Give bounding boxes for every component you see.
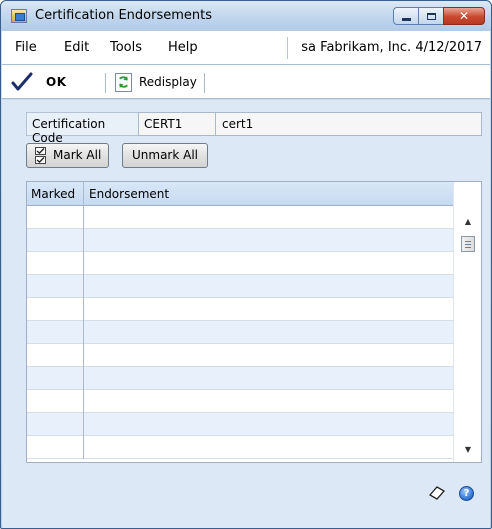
marked-cell[interactable] bbox=[27, 413, 84, 436]
mark-all-icon bbox=[35, 147, 46, 164]
certification-code-field[interactable]: CERT1 bbox=[138, 112, 216, 136]
endorsement-cell[interactable] bbox=[85, 413, 453, 436]
table-row[interactable] bbox=[27, 275, 453, 298]
marked-cell[interactable] bbox=[27, 252, 84, 275]
table-row[interactable] bbox=[27, 298, 453, 321]
table-row[interactable] bbox=[27, 390, 453, 413]
scroll-up-icon[interactable]: ▲ bbox=[454, 212, 481, 230]
marked-cell[interactable] bbox=[27, 229, 84, 252]
endorsement-cell[interactable] bbox=[85, 298, 453, 321]
close-button[interactable]: ✕ bbox=[443, 7, 485, 25]
grid-header: Marked Endorsement bbox=[27, 182, 453, 206]
title-bar[interactable]: Certification Endorsements ✕ bbox=[1, 1, 491, 31]
endorsement-cell[interactable] bbox=[85, 252, 453, 275]
endorsement-cell[interactable] bbox=[85, 321, 453, 344]
scroll-thumb[interactable] bbox=[461, 236, 475, 252]
marked-cell[interactable] bbox=[27, 206, 84, 229]
marked-cell[interactable] bbox=[27, 390, 84, 413]
menu-file[interactable]: File bbox=[15, 40, 37, 55]
help-icon[interactable]: ? bbox=[459, 486, 474, 501]
minimize-button[interactable] bbox=[393, 7, 419, 25]
endorsement-cell[interactable] bbox=[85, 390, 453, 413]
endorsement-cell[interactable] bbox=[85, 367, 453, 390]
form-content: Certification Code CERT1 cert1 Mark All … bbox=[2, 100, 490, 528]
window-title: Certification Endorsements bbox=[35, 8, 213, 23]
endorsement-cell[interactable] bbox=[85, 436, 453, 459]
menu-help[interactable]: Help bbox=[168, 40, 198, 55]
mark-all-button[interactable]: Mark All bbox=[26, 143, 109, 168]
marked-cell[interactable] bbox=[27, 344, 84, 367]
note-icon[interactable] bbox=[428, 485, 446, 501]
toolbar-separator bbox=[204, 73, 205, 93]
app-icon bbox=[11, 9, 27, 23]
table-row[interactable] bbox=[27, 321, 453, 344]
certification-endorsements-window: Certification Endorsements ✕ File Edit T… bbox=[0, 0, 492, 529]
menu-tools[interactable]: Tools bbox=[110, 40, 142, 55]
marked-cell[interactable] bbox=[27, 298, 84, 321]
certification-code-row: Certification Code CERT1 cert1 bbox=[26, 112, 482, 145]
toolbar: OK Redisplay bbox=[2, 65, 490, 99]
table-row[interactable] bbox=[27, 344, 453, 367]
endorsement-cell[interactable] bbox=[85, 275, 453, 298]
session-info: sa Fabrikam, Inc. 4/12/2017 bbox=[301, 40, 482, 55]
redisplay-icon[interactable] bbox=[115, 73, 132, 92]
user-name: sa bbox=[301, 40, 317, 55]
endorsement-cell[interactable] bbox=[85, 229, 453, 252]
window-controls: ✕ bbox=[393, 7, 485, 25]
endorsements-grid: Marked Endorsement ▲ ▼ bbox=[26, 181, 482, 463]
column-header-marked[interactable]: Marked bbox=[31, 187, 75, 201]
menu-separator bbox=[287, 37, 288, 59]
column-header-endorsement[interactable]: Endorsement bbox=[89, 187, 169, 201]
marked-cell[interactable] bbox=[27, 367, 84, 390]
marked-cell[interactable] bbox=[27, 436, 84, 459]
table-row[interactable] bbox=[27, 206, 453, 229]
grid-rows bbox=[27, 206, 453, 462]
menu-bar: File Edit Tools Help sa Fabrikam, Inc. 4… bbox=[2, 31, 490, 65]
toolbar-separator bbox=[105, 73, 106, 93]
redisplay-button[interactable]: Redisplay bbox=[139, 75, 197, 89]
maximize-button[interactable] bbox=[418, 7, 444, 25]
vertical-scrollbar[interactable]: ▲ ▼ bbox=[453, 182, 481, 462]
unmark-all-label: Unmark All bbox=[131, 148, 198, 162]
unmark-all-button[interactable]: Unmark All bbox=[122, 143, 208, 168]
session-date: 4/12/2017 bbox=[415, 40, 482, 55]
company-name: Fabrikam, Inc. bbox=[320, 40, 412, 55]
marked-cell[interactable] bbox=[27, 275, 84, 298]
endorsement-cell[interactable] bbox=[85, 206, 453, 229]
ok-button[interactable]: OK bbox=[46, 75, 67, 89]
table-row[interactable] bbox=[27, 367, 453, 390]
certification-description-field: cert1 bbox=[216, 112, 482, 136]
marked-cell[interactable] bbox=[27, 321, 84, 344]
checkmark-icon[interactable] bbox=[11, 72, 33, 92]
maximize-icon bbox=[419, 8, 443, 24]
table-row[interactable] bbox=[27, 413, 453, 436]
mark-all-label: Mark All bbox=[53, 148, 102, 162]
table-row[interactable] bbox=[27, 252, 453, 275]
column-divider bbox=[83, 182, 84, 206]
close-icon: ✕ bbox=[458, 9, 470, 23]
certification-code-label: Certification Code bbox=[26, 112, 138, 145]
table-row[interactable] bbox=[27, 229, 453, 252]
scroll-down-icon[interactable]: ▼ bbox=[454, 440, 481, 458]
endorsement-cell[interactable] bbox=[85, 344, 453, 367]
table-row[interactable] bbox=[27, 436, 453, 459]
menu-edit[interactable]: Edit bbox=[64, 40, 89, 55]
minimize-icon bbox=[394, 8, 418, 24]
